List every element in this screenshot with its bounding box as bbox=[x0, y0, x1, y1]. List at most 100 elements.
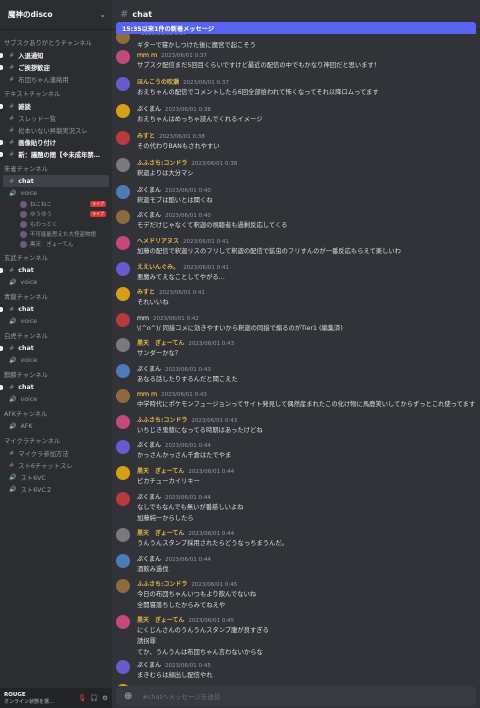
chat-message[interactable]: ほんこうの吹瀬 2023/06/01 0:37 おえちゃんの配信でコメントしたら6回… bbox=[112, 77, 480, 100]
avatar[interactable] bbox=[116, 528, 130, 542]
voice-channel[interactable]: 🔊 voice bbox=[0, 187, 112, 199]
new-messages-bar[interactable]: 15:35以来1件の新着メッセージ bbox=[116, 22, 476, 34]
message-author[interactable]: 黒天 ぎょーてん bbox=[137, 340, 184, 347]
voice-channel[interactable]: 🔊 voice bbox=[0, 315, 112, 327]
avatar[interactable] bbox=[116, 364, 130, 378]
avatar[interactable] bbox=[116, 313, 130, 327]
avatar[interactable] bbox=[116, 579, 130, 593]
message-author[interactable]: みすと bbox=[137, 289, 155, 296]
avatar[interactable] bbox=[116, 554, 130, 568]
chat-message[interactable]: 黒天 ぎょーてん 2023/06/01 0:44 うんうんスタンプ採用されたらどうな… bbox=[112, 528, 480, 551]
message-author[interactable]: ふふさち:コンドラ bbox=[137, 581, 187, 588]
channel-category[interactable]: サブスクありがとうチャンネル bbox=[0, 34, 112, 49]
text-channel[interactable]: # chat bbox=[3, 175, 109, 187]
text-channel[interactable]: # 画像貼り付け bbox=[0, 136, 112, 148]
voice-channel[interactable]: 🔊 voice bbox=[0, 354, 112, 366]
text-channel[interactable]: # 新：議題の間【※未成年禁… bbox=[0, 148, 112, 160]
text-channel[interactable]: # chat bbox=[0, 381, 112, 393]
chat-message[interactable]: 黒天 ぎょーてん 2023/06/01 0:44 ピカチューカイリキー bbox=[112, 466, 480, 489]
text-channel[interactable]: # スト6チャットスレ bbox=[0, 459, 112, 471]
message-author[interactable]: ええいんぐみ。 bbox=[137, 264, 179, 271]
chat-message[interactable]: ぶくまん 2023/06/01 0:38 おえちゃんはめっちゃ読んでくれるイメージ bbox=[112, 104, 480, 127]
chat-message[interactable]: ｍｍ ｍ 2023/06/01 0:43 中学時代にポケモンフュージョンってサイト発… bbox=[112, 389, 480, 412]
message-author[interactable]: ぶくまん bbox=[137, 212, 161, 219]
message-author[interactable]: 黒天 ぎょーてん bbox=[137, 530, 184, 537]
channel-category[interactable]: テキストチャンネル bbox=[0, 85, 112, 100]
gear-icon[interactable]: ⚙ bbox=[102, 694, 108, 702]
chat-message[interactable]: ふふさち:コンドラ 2023/06/01 0:45 今日の布団ちゃんいつもより飲んで… bbox=[112, 579, 480, 613]
voice-user[interactable]: もわっとく bbox=[0, 219, 112, 229]
avatar[interactable] bbox=[116, 660, 130, 674]
avatar[interactable] bbox=[116, 389, 130, 403]
chat-message[interactable]: ぶくまん 2023/06/01 0:40 モデだけじゃなくて釈迦の視聴者も過剰反応し… bbox=[112, 210, 480, 233]
chat-message[interactable]: ぶくまん 2023/06/01 0:45 まきむらは顔出し配信やれ bbox=[112, 660, 480, 683]
message-author[interactable]: ぶくまん bbox=[137, 187, 161, 194]
voice-channel[interactable]: 🔊 スト6VC２ bbox=[0, 483, 112, 495]
user-info[interactable]: ROUGE オンライン状態を選… bbox=[4, 692, 74, 705]
avatar[interactable] bbox=[116, 104, 130, 118]
headphones-icon[interactable]: 🎧 bbox=[90, 694, 98, 702]
message-author[interactable]: ぶくまん bbox=[137, 106, 161, 113]
message-author[interactable]: ふふさち:コンドラ bbox=[137, 417, 187, 424]
message-author[interactable]: ぶくまん bbox=[137, 662, 161, 669]
voice-user[interactable]: ねこねこ ライブ bbox=[0, 199, 112, 209]
chat-message[interactable]: ふふさち:コンドラ 2023/06/01 0:38 釈迦よりは大分マシ bbox=[112, 158, 480, 181]
text-channel[interactable]: # 入退通知 bbox=[0, 49, 112, 61]
channel-category[interactable]: AFKチャンネル bbox=[0, 405, 112, 420]
channel-category[interactable]: マイクラチャンネル bbox=[0, 432, 112, 447]
chat-message[interactable]: ｍｍ 2023/06/01 0:42 \(^o^)/ 同接コメに効きやすいから釈迦の… bbox=[112, 313, 480, 336]
avatar[interactable] bbox=[116, 262, 130, 276]
text-channel[interactable]: # 雑談 bbox=[0, 100, 112, 112]
chat-message[interactable]: 黒天 ぎょーてん 2023/06/01 0:45 にくじんさんのうんうんスタンプ腹が… bbox=[112, 615, 480, 660]
text-channel[interactable]: # chat bbox=[0, 303, 112, 315]
text-channel[interactable]: # 松本いない昇龍実況スレ bbox=[0, 124, 112, 136]
avatar[interactable] bbox=[116, 131, 130, 145]
message-author[interactable]: ほんこうの吹瀬 bbox=[137, 79, 179, 86]
avatar[interactable] bbox=[116, 210, 130, 224]
chat-message[interactable]: ヘメドリアヌス 2023/06/01 0:41 加藤の配信で釈迦リスのフリして釈迦の… bbox=[112, 236, 480, 259]
avatar[interactable] bbox=[116, 440, 130, 454]
channel-category[interactable]: 白虎チャンネル bbox=[0, 327, 112, 342]
chat-message[interactable]: 黒天 ぎょーてん 2023/06/01 0:43 サンダーかな？ bbox=[112, 338, 480, 361]
chat-message[interactable]: ええいんぐみ。 2023/06/01 0:41 悪魔みてえなことしてやがる… bbox=[112, 262, 480, 285]
avatar[interactable] bbox=[116, 615, 130, 629]
avatar[interactable] bbox=[116, 158, 130, 172]
message-author[interactable]: ｍｍ bbox=[137, 315, 149, 322]
text-channel[interactable]: # 布団ちゃん連絡用 bbox=[0, 73, 112, 85]
mic-muted-icon[interactable]: 🎙 bbox=[78, 694, 86, 702]
message-author[interactable]: ぶくまん bbox=[137, 442, 161, 449]
chat-message[interactable]: ぶくまん 2023/06/01 0:40 釈迦モブは酷いとは聞くね bbox=[112, 185, 480, 208]
voice-channel[interactable]: 🔊 voice bbox=[0, 393, 112, 405]
text-channel[interactable]: # ご挨拶歓迎 bbox=[0, 61, 112, 73]
avatar[interactable] bbox=[116, 338, 130, 352]
avatar[interactable] bbox=[116, 492, 130, 506]
voice-user[interactable]: 黒天 ぎょーてん bbox=[0, 239, 112, 249]
avatar[interactable] bbox=[116, 185, 130, 199]
chat-message[interactable]: ｍｍ ｍ 2023/06/01 0:37 サブスク配信まだ5回目くらいですけど最近の… bbox=[112, 50, 480, 73]
chat-message[interactable]: みすと 2023/06/01 0:41 それいいね bbox=[112, 287, 480, 310]
message-author[interactable]: ｍｍ ｍ bbox=[137, 391, 157, 398]
message-composer[interactable]: ⊕ #chatへメッセージを送信 bbox=[116, 686, 476, 706]
voice-user[interactable]: ゆうゆう ライブ bbox=[0, 209, 112, 219]
add-attachment-icon[interactable]: ⊕ bbox=[124, 691, 132, 702]
chat-message[interactable]: ぶくまん 2023/06/01 0:44 なしでもなんでも無いが番慈しいよね 加藤純一… bbox=[112, 492, 480, 526]
channel-category[interactable]: 麒麟チャンネル bbox=[0, 366, 112, 381]
message-author[interactable]: 黒天 ぎょーてん bbox=[137, 617, 184, 624]
chat-message[interactable]: ぶくまん 2023/06/01 0:43 あなる話したりするんだと聞こえた bbox=[112, 364, 480, 387]
text-channel[interactable]: # chat bbox=[0, 342, 112, 354]
text-channel[interactable]: # スレッド一覧 bbox=[0, 112, 112, 124]
avatar[interactable] bbox=[116, 415, 130, 429]
chat-message[interactable]: みすと 2023/06/01 0:38 その代わりBANもされやすい bbox=[112, 131, 480, 154]
server-header[interactable]: 魔神のdisco ⌄ bbox=[0, 0, 112, 30]
message-author[interactable]: ｍｍ ｍ bbox=[137, 52, 157, 59]
message-author[interactable]: ぶくまん bbox=[137, 494, 161, 501]
channel-category[interactable]: 朱雀チャンネル bbox=[0, 160, 112, 175]
voice-channel[interactable]: 🔊 voice bbox=[0, 276, 112, 288]
chat-message[interactable]: ぶくまん 2023/06/01 0:44 かっさんかっさん千倉はたでやま bbox=[112, 440, 480, 463]
avatar[interactable] bbox=[116, 236, 130, 250]
message-author[interactable]: 黒天 ぎょーてん bbox=[137, 468, 184, 475]
voice-channel[interactable]: 🔊 AFK bbox=[0, 420, 112, 432]
avatar[interactable] bbox=[116, 466, 130, 480]
voice-user[interactable]: 不可能能思えた大怪盗物語 bbox=[0, 229, 112, 239]
message-author[interactable]: ぶくまん bbox=[137, 556, 161, 563]
